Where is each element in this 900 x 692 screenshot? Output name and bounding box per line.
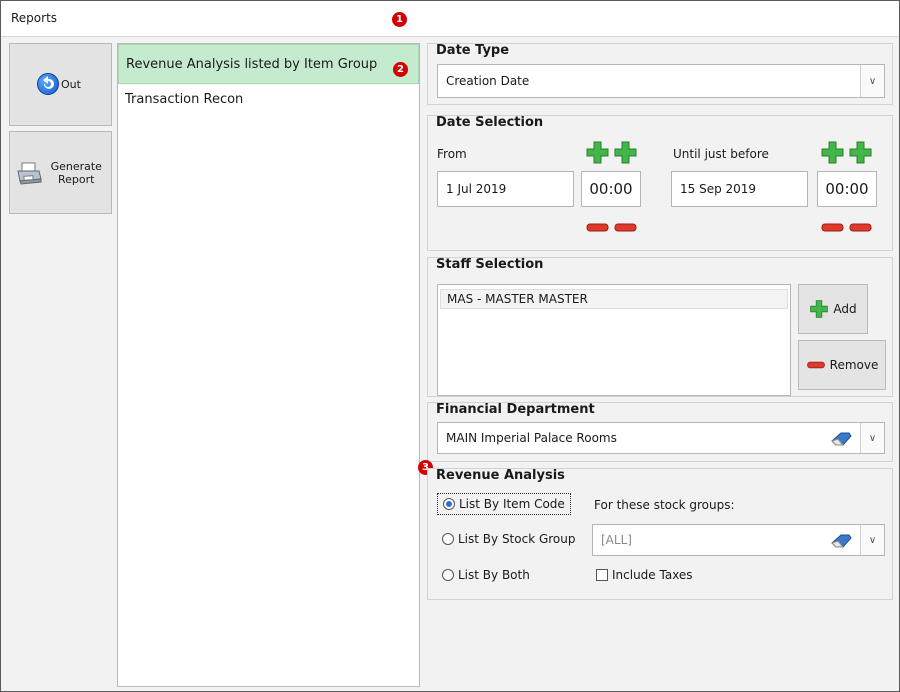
date-type-title: Date Type [436,43,510,58]
from-date-input[interactable]: 1 Jul 2019 [437,171,574,207]
stock-groups-label: For these stock groups: [594,498,735,512]
from-time-input[interactable]: 00:00 [581,171,641,207]
date-type-group: Date Type Creation Date ∨ [427,43,893,105]
chevron-down-icon[interactable]: ∨ [860,423,884,453]
generate-report-label: Generate Report [46,160,106,186]
plus-icon [614,141,637,164]
remove-button-label: Remove [829,358,879,372]
radio-list-by-stock-group[interactable]: List By Stock Group [442,532,576,546]
annotation-badge-2: 2 [393,62,408,77]
report-item-transaction-recon[interactable]: Transaction Recon [118,84,419,114]
title-bar: Reports 1 [1,1,899,37]
stock-groups-select[interactable]: [ALL] ∨ [592,524,885,556]
stock-groups-value: [ALL] [601,533,632,547]
minus-icon [614,223,637,232]
report-item-label: Revenue Analysis listed by Item Group [126,56,378,72]
financial-department-group: Financial Department MAIN Imperial Palac… [427,402,893,462]
list-item[interactable]: MAS - MASTER MASTER [440,289,788,309]
minus-icon [806,361,825,369]
chevron-down-icon[interactable]: ∨ [860,65,884,97]
date-selection-title: Date Selection [436,115,544,130]
include-taxes-checkbox[interactable]: Include Taxes [596,568,693,582]
date-type-value: Creation Date [446,74,530,88]
radio-selected-icon [443,498,455,510]
until-label: Until just before [673,147,769,161]
staff-list[interactable]: MAS - MASTER MASTER [437,284,791,396]
radio-label: List By Stock Group [458,532,576,546]
financial-department-value: MAIN Imperial Palace Rooms [446,431,617,445]
add-button-label: Add [833,302,857,316]
generate-report-text: Generate Report [50,160,102,186]
radio-label: List By Both [458,568,530,582]
until-date-input[interactable]: 15 Sep 2019 [671,171,808,207]
window-title: Reports [11,11,58,25]
report-item-label: Transaction Recon [125,91,244,107]
plus-icon [821,141,844,164]
report-item-revenue-analysis[interactable]: Revenue Analysis listed by Item Group [118,44,419,84]
radio-unselected-icon [442,569,454,581]
radio-list-by-item-code[interactable]: List By Item Code [437,493,571,515]
out-button[interactable]: Out [9,43,112,126]
reports-window: Reports 1 Out Generate Report Revenue An… [0,0,900,692]
financial-department-title: Financial Department [436,402,595,417]
radio-unselected-icon [442,533,454,545]
radio-list-by-both[interactable]: List By Both [442,568,530,582]
until-date-plus-button[interactable] [820,140,845,165]
from-time-plus-button[interactable] [613,140,638,165]
radio-label: List By Item Code [459,497,565,511]
revenue-analysis-title: Revenue Analysis [436,468,565,483]
report-list[interactable]: Revenue Analysis listed by Item Group 2 … [117,43,420,687]
back-arrow-icon [37,73,59,95]
from-time-minus-button[interactable] [613,215,638,240]
until-date-minus-button[interactable] [820,215,845,240]
from-date-minus-button[interactable] [585,215,610,240]
revenue-analysis-group: Revenue Analysis List By Item Code List … [427,468,893,600]
printer-icon [15,161,43,185]
plus-icon [810,300,829,318]
from-label: From [437,147,467,161]
include-taxes-label: Include Taxes [612,568,693,582]
eraser-icon[interactable] [830,533,852,549]
generate-report-button[interactable]: Generate Report [9,131,112,214]
chevron-down-icon[interactable]: ∨ [860,525,884,555]
from-date-plus-button[interactable] [585,140,610,165]
minus-icon [821,223,844,232]
until-time-input[interactable]: 00:00 [817,171,877,207]
until-time-plus-button[interactable] [848,140,873,165]
date-selection-group: Date Selection From 1 Jul 2019 00:00 Unt… [427,115,893,251]
staff-selection-title: Staff Selection [436,257,544,272]
remove-staff-button[interactable]: Remove [798,340,886,390]
eraser-icon[interactable] [830,431,852,447]
annotation-badge-1: 1 [392,12,407,27]
until-time-minus-button[interactable] [848,215,873,240]
add-staff-button[interactable]: Add [798,284,868,334]
financial-department-select[interactable]: MAIN Imperial Palace Rooms ∨ [437,422,885,454]
minus-icon [849,223,872,232]
out-button-label: Out [61,77,81,91]
plus-icon [586,141,609,164]
minus-icon [586,223,609,232]
staff-selection-group: Staff Selection MAS - MASTER MASTER Add … [427,257,893,397]
checkbox-unchecked-icon [596,569,608,581]
plus-icon [849,141,872,164]
date-type-select[interactable]: Creation Date ∨ [437,64,885,98]
